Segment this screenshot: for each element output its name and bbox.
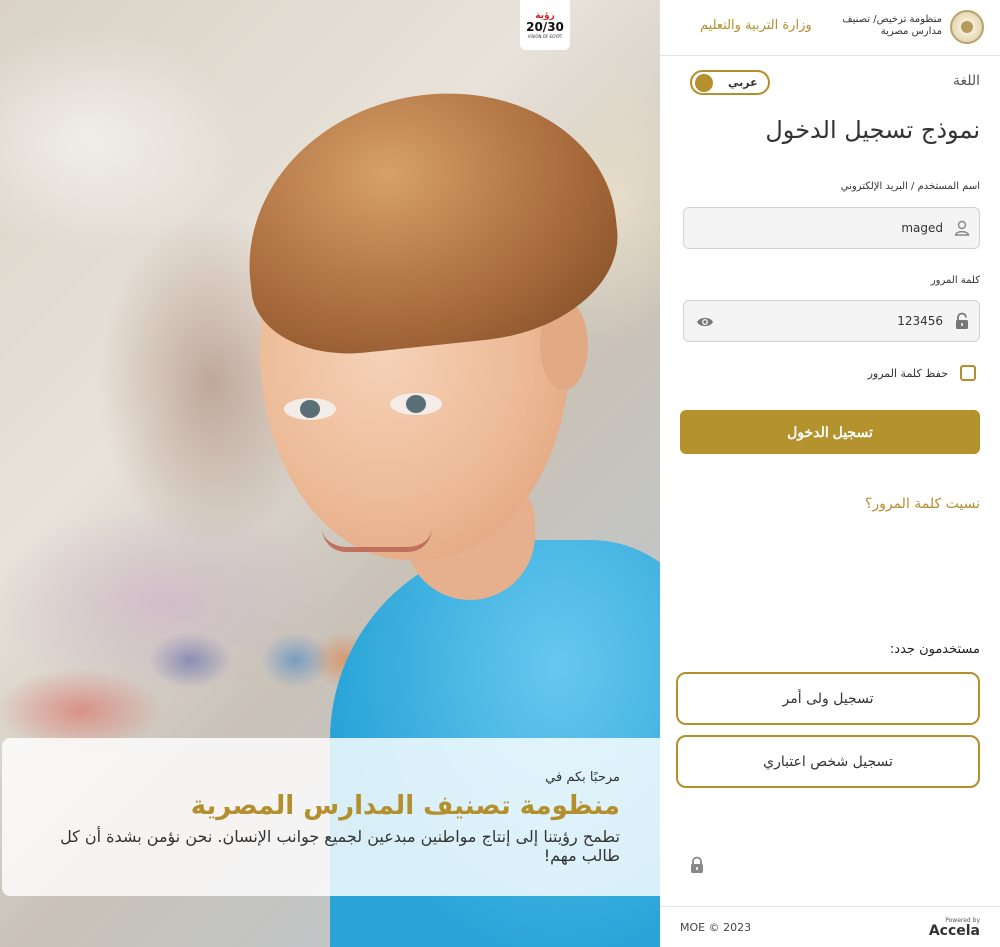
accela-brand: Accela bbox=[928, 923, 980, 939]
accela-logo: Powered by Accela bbox=[929, 917, 980, 939]
username-field[interactable] bbox=[683, 207, 980, 249]
welcome-card: مرحبًا بكم في منظومة تصنيف المدارس المصر… bbox=[2, 738, 660, 896]
copyright-text: MOE © 2023 bbox=[680, 921, 752, 934]
hero-eye-right bbox=[390, 393, 442, 415]
system-name: منظومة ترخيص/ تصنيف مدارس مصرية bbox=[842, 14, 942, 37]
login-form-title: نموذج تسجيل الدخول bbox=[765, 116, 980, 144]
hero-eye-left bbox=[284, 398, 336, 420]
hero-image: رؤية 20/30 VISION OF EGYPT مرحبًا بكم في… bbox=[0, 0, 660, 947]
ministry-emblem-icon bbox=[950, 10, 984, 44]
hero-mouth bbox=[322, 528, 432, 552]
login-panel: منظومة ترخيص/ تصنيف مدارس مصرية وزارة ال… bbox=[660, 0, 1000, 947]
password-field[interactable] bbox=[683, 300, 980, 342]
welcome-title: منظومة تصنيف المدارس المصرية bbox=[190, 791, 620, 821]
language-label: اللغة bbox=[952, 73, 980, 89]
vision-logo-mid: 20/30 bbox=[526, 20, 564, 34]
register-legal-entity-button[interactable]: تسجيل شخص اعتباري bbox=[676, 735, 980, 788]
register-guardian-button[interactable]: تسجيل ولى أمر bbox=[676, 672, 980, 725]
toggle-knob bbox=[695, 74, 713, 92]
lock-icon bbox=[956, 312, 968, 329]
forgot-password-link[interactable]: نسيت كلمة المرور؟ bbox=[865, 496, 980, 512]
footer: MOE © 2023 Powered by Accela bbox=[660, 906, 1000, 947]
welcome-small-text: مرحبًا بكم في bbox=[545, 770, 620, 785]
password-input[interactable] bbox=[743, 301, 943, 341]
username-label: اسم المستخدم / البريد الإلكتروني bbox=[840, 181, 980, 192]
ministry-name: وزارة التربية والتعليم bbox=[700, 18, 812, 33]
vision-logo-bottom: VISION OF EGYPT bbox=[527, 34, 563, 39]
user-icon bbox=[954, 220, 970, 236]
password-label: كلمة المرور bbox=[930, 275, 980, 286]
new-users-heading: مستخدمون جدد: bbox=[889, 642, 980, 657]
remember-checkbox[interactable] bbox=[960, 365, 976, 381]
header-bar: منظومة ترخيص/ تصنيف مدارس مصرية وزارة ال… bbox=[660, 0, 1000, 56]
admin-lock-icon[interactable] bbox=[689, 856, 705, 874]
welcome-description: تطمح رؤيتنا إلى إنتاج مواطنين مبدعين لجم… bbox=[60, 827, 620, 865]
eye-icon[interactable] bbox=[696, 313, 714, 331]
language-toggle-text: عربي bbox=[728, 76, 758, 89]
username-input[interactable] bbox=[743, 208, 943, 248]
login-button[interactable]: تسجيل الدخول bbox=[680, 410, 980, 454]
remember-label: حفظ كلمة المرور bbox=[867, 366, 948, 380]
language-toggle[interactable]: عربي bbox=[690, 70, 770, 95]
remember-password[interactable]: حفظ كلمة المرور bbox=[868, 364, 976, 382]
vision-2030-logo: رؤية 20/30 VISION OF EGYPT bbox=[520, 0, 570, 50]
